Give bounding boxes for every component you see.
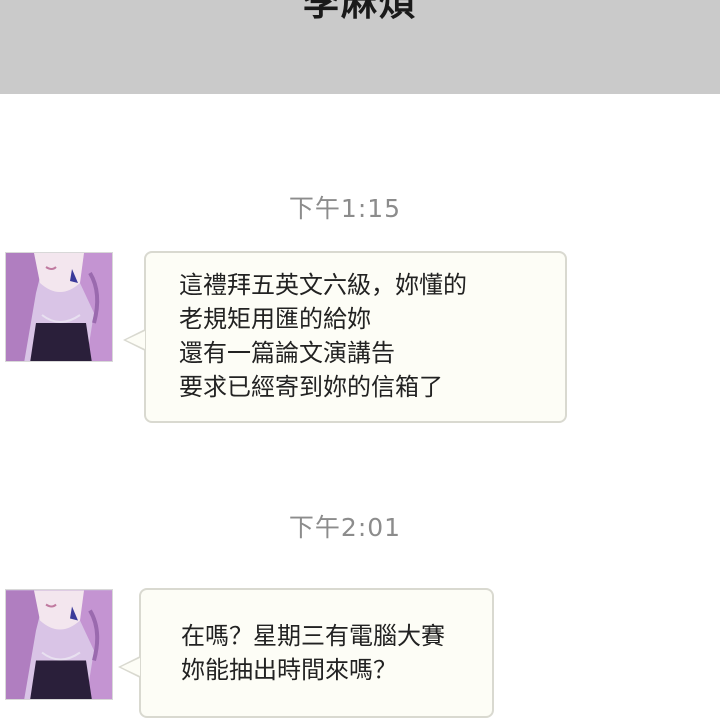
bubble-tail: [123, 329, 145, 351]
message-bubble: 這禮拜五英文六級，妳懂的 老規矩用匯的給妳 還有一篇論文演講告 要求已經寄到妳的…: [123, 251, 567, 423]
message-line: 還有一篇論文演講告: [179, 339, 395, 367]
message-line: 妳能抽出時間來嗎？: [181, 656, 397, 684]
bubble-tail: [118, 656, 140, 678]
message-line: 老規矩用匯的給妳: [179, 305, 371, 333]
avatar-illustration: [6, 590, 112, 699]
message-timestamp: 下午1:15: [288, 194, 402, 223]
chat-title: 李麻煩: [302, 0, 417, 24]
message-line: 在嗎？星期三有電腦大賽: [181, 622, 445, 650]
message-timestamp: 下午2:01: [288, 513, 402, 542]
avatar[interactable]: [5, 252, 113, 362]
avatar-illustration: [6, 253, 112, 361]
message-line: 這禮拜五英文六級，妳懂的: [179, 271, 467, 299]
message-line: 要求已經寄到妳的信箱了: [179, 373, 443, 401]
avatar[interactable]: [5, 589, 113, 700]
chat-header: 李麻煩: [0, 0, 720, 94]
message-bubble: 在嗎？星期三有電腦大賽 妳能抽出時間來嗎？: [118, 588, 494, 718]
